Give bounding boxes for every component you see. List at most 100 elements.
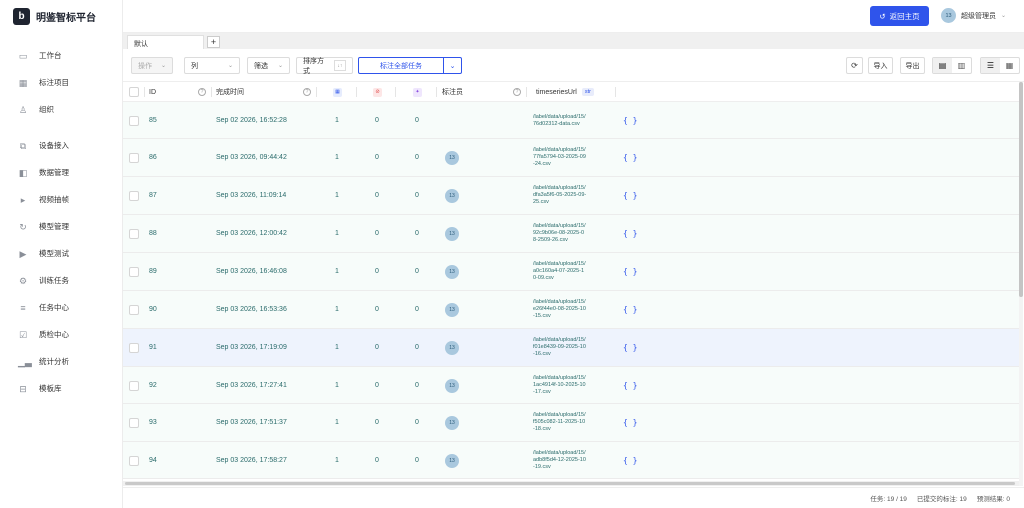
data-json-cell[interactable]: { } [623,305,637,314]
horizontal-scrollbar[interactable] [123,481,1019,486]
list-expanded-icon[interactable]: ▥ [952,58,971,73]
data-json-cell[interactable]: { } [623,229,637,238]
row-checkbox[interactable] [129,116,139,126]
row-checkbox[interactable] [129,267,139,277]
sidebar-item-tasks[interactable]: ≡ 任务中心 [0,294,122,321]
sidebar-item-devices[interactable]: ⧉ 设备接入 [0,132,122,159]
scrollbar-thumb[interactable] [1019,82,1023,297]
col-completed[interactable]: 完成时间 [216,82,244,102]
cancelled-count: 0 [375,419,379,426]
row-checkbox[interactable] [129,229,139,239]
export-button[interactable]: 导出 [900,57,925,74]
table-row[interactable]: 89 Sep 03 2026, 16:46:08 1 0 0 13/label/data/… [123,253,1019,291]
sidebar-item-org[interactable]: ♙ 组织 [0,96,122,123]
data-json-cell[interactable]: { } [623,153,637,162]
brand[interactable]: b 明鉴智标平台 [13,7,96,25]
data-json-cell[interactable]: { } [623,343,637,352]
data-json-cell[interactable]: { } [623,116,637,125]
sidebar-item-workbench[interactable]: ▭ 工作台 [0,42,122,69]
row-checkbox[interactable] [129,343,139,353]
sidebar-item-projects[interactable]: ▦ 标注项目 [0,69,122,96]
table-row[interactable]: 87 Sep 03 2026, 11:09:14 1 0 0 13/label/data/… [123,177,1019,215]
list-view-icon[interactable]: ☰ [981,58,1000,73]
sidebar-item-label: 训练任务 [39,276,69,285]
row-checkbox[interactable] [129,418,139,428]
sort-icon: ↓↑ [333,60,346,71]
type-badge: str [581,88,594,96]
col-predictions[interactable]: ✦ [413,82,422,102]
prediction-count: 0 [415,306,419,313]
refresh-button[interactable]: ⟳ [846,57,863,74]
chevron-down-icon: ⌄ [277,63,283,69]
columns-dropdown[interactable]: 列 ⌄ [184,57,240,74]
data-json-cell[interactable]: { } [623,381,637,390]
annotation-count: 1 [335,344,339,351]
table-row[interactable]: 88 Sep 03 2026, 12:00:42 1 0 0 13/label/data/… [123,215,1019,253]
sidebar-item-video[interactable]: ▸ 视频抽帧 [0,186,122,213]
sidebar-item-training[interactable]: ⚙ 训练任务 [0,267,122,294]
tab-default[interactable]: 默认 [127,35,204,50]
user-menu[interactable]: 13 超级管理员 ⌄ [941,8,1006,23]
col-annotators[interactable]: 标注员 [442,82,463,102]
table-row[interactable]: 90 Sep 03 2026, 16:53:36 1 0 0 13/label/data/… [123,291,1019,329]
sidebar-item-label: 质检中心 [39,330,69,339]
data-json-cell[interactable]: { } [623,418,637,427]
col-total-annotations[interactable]: ▦ [333,82,342,102]
data-json-cell[interactable]: { } [623,267,637,276]
table-row[interactable]: 92 Sep 03 2026, 17:27:41 1 0 0 13/label/data/… [123,367,1019,404]
prediction-count: 0 [415,382,419,389]
test-icon: ▶ [19,248,27,259]
data-icon: ◧ [18,167,28,178]
completed-time: Sep 02 2026, 16:52:28 [216,117,287,124]
home-button[interactable]: ↺ 返回主页 [870,6,929,26]
prediction-count: 0 [415,192,419,199]
sidebar-item-label: 数据管理 [39,168,69,177]
select-all-checkbox[interactable] [129,87,139,97]
label-all-button[interactable]: 标注全部任务 [359,58,444,73]
table-row[interactable]: 86 Sep 03 2026, 09:44:42 1 0 0 13/label/data/… [123,139,1019,177]
cancelled-count: 0 [375,306,379,313]
table-row[interactable]: 85 Sep 02 2026, 16:52:28 1 0 0/label/data/up… [123,102,1019,139]
col-timeseries-url[interactable]: timeseriesUrl str [536,82,594,102]
sort-button[interactable]: 排序方式 ↓↑ [296,57,353,75]
actions-dropdown[interactable]: 操作 ⌄ [131,57,173,74]
sidebar-item-label: 模型管理 [39,222,69,231]
table-row[interactable]: 94 Sep 03 2026, 17:58:27 1 0 0 13/label/data/… [123,442,1019,479]
data-json-cell[interactable]: { } [623,191,637,200]
data-json-cell[interactable]: { } [623,456,637,465]
col-cancelled[interactable]: ⊘ [373,82,382,102]
add-tab-button[interactable]: + [207,36,220,48]
filter-dropdown[interactable]: 筛选 ⌄ [247,57,290,74]
chevron-down-icon[interactable]: ⌄ [444,58,461,73]
vertical-scrollbar[interactable] [1019,82,1023,486]
row-checkbox[interactable] [129,381,139,391]
submitted-count: 已提交的标注: 19 [916,496,967,503]
grid-view-icon[interactable]: ▦ [1000,58,1019,73]
timeseries-url: /label/data/upload/15/1ac4914f-10-2025-1… [533,375,586,395]
table-row[interactable]: 93 Sep 03 2026, 17:51:37 1 0 0 13/label/data/… [123,404,1019,442]
row-checkbox[interactable] [129,191,139,201]
brand-name: 明鉴智标平台 [36,12,96,24]
sidebar-item-models[interactable]: ↻ 模型管理 [0,213,122,240]
row-checkbox[interactable] [129,153,139,163]
brand-logo: b [13,7,30,25]
row-checkbox[interactable] [129,456,139,466]
table-row[interactable]: 91 Sep 03 2026, 17:19:09 1 0 0 13/label/data/… [123,329,1019,367]
import-button[interactable]: 导入 [868,57,893,74]
sidebar-item-label: 统计分析 [39,357,69,366]
sidebar-item-model-test[interactable]: ▶ 模型测试 [0,240,122,267]
sidebar-item-qa[interactable]: ☑ 质检中心 [0,321,122,348]
list-compact-icon[interactable]: ▤ [933,58,952,73]
annotations-icon: ▦ [333,87,342,97]
play-icon: ▸ [20,194,26,205]
task-count: 任务: 19 / 19 [870,496,907,503]
row-checkbox[interactable] [129,305,139,315]
sidebar-item-data[interactable]: ◧ 数据管理 [0,159,122,186]
completed-time: Sep 03 2026, 11:09:14 [216,192,287,199]
scrollbar-thumb[interactable] [125,482,1015,485]
sidebar-item-templates[interactable]: ⊟ 模板库 [0,375,122,402]
col-id[interactable]: ID [149,82,156,102]
cancelled-count: 0 [375,268,379,275]
annotation-count: 1 [335,306,339,313]
sidebar-item-stats[interactable]: ▁▃ 统计分析 [0,348,122,375]
